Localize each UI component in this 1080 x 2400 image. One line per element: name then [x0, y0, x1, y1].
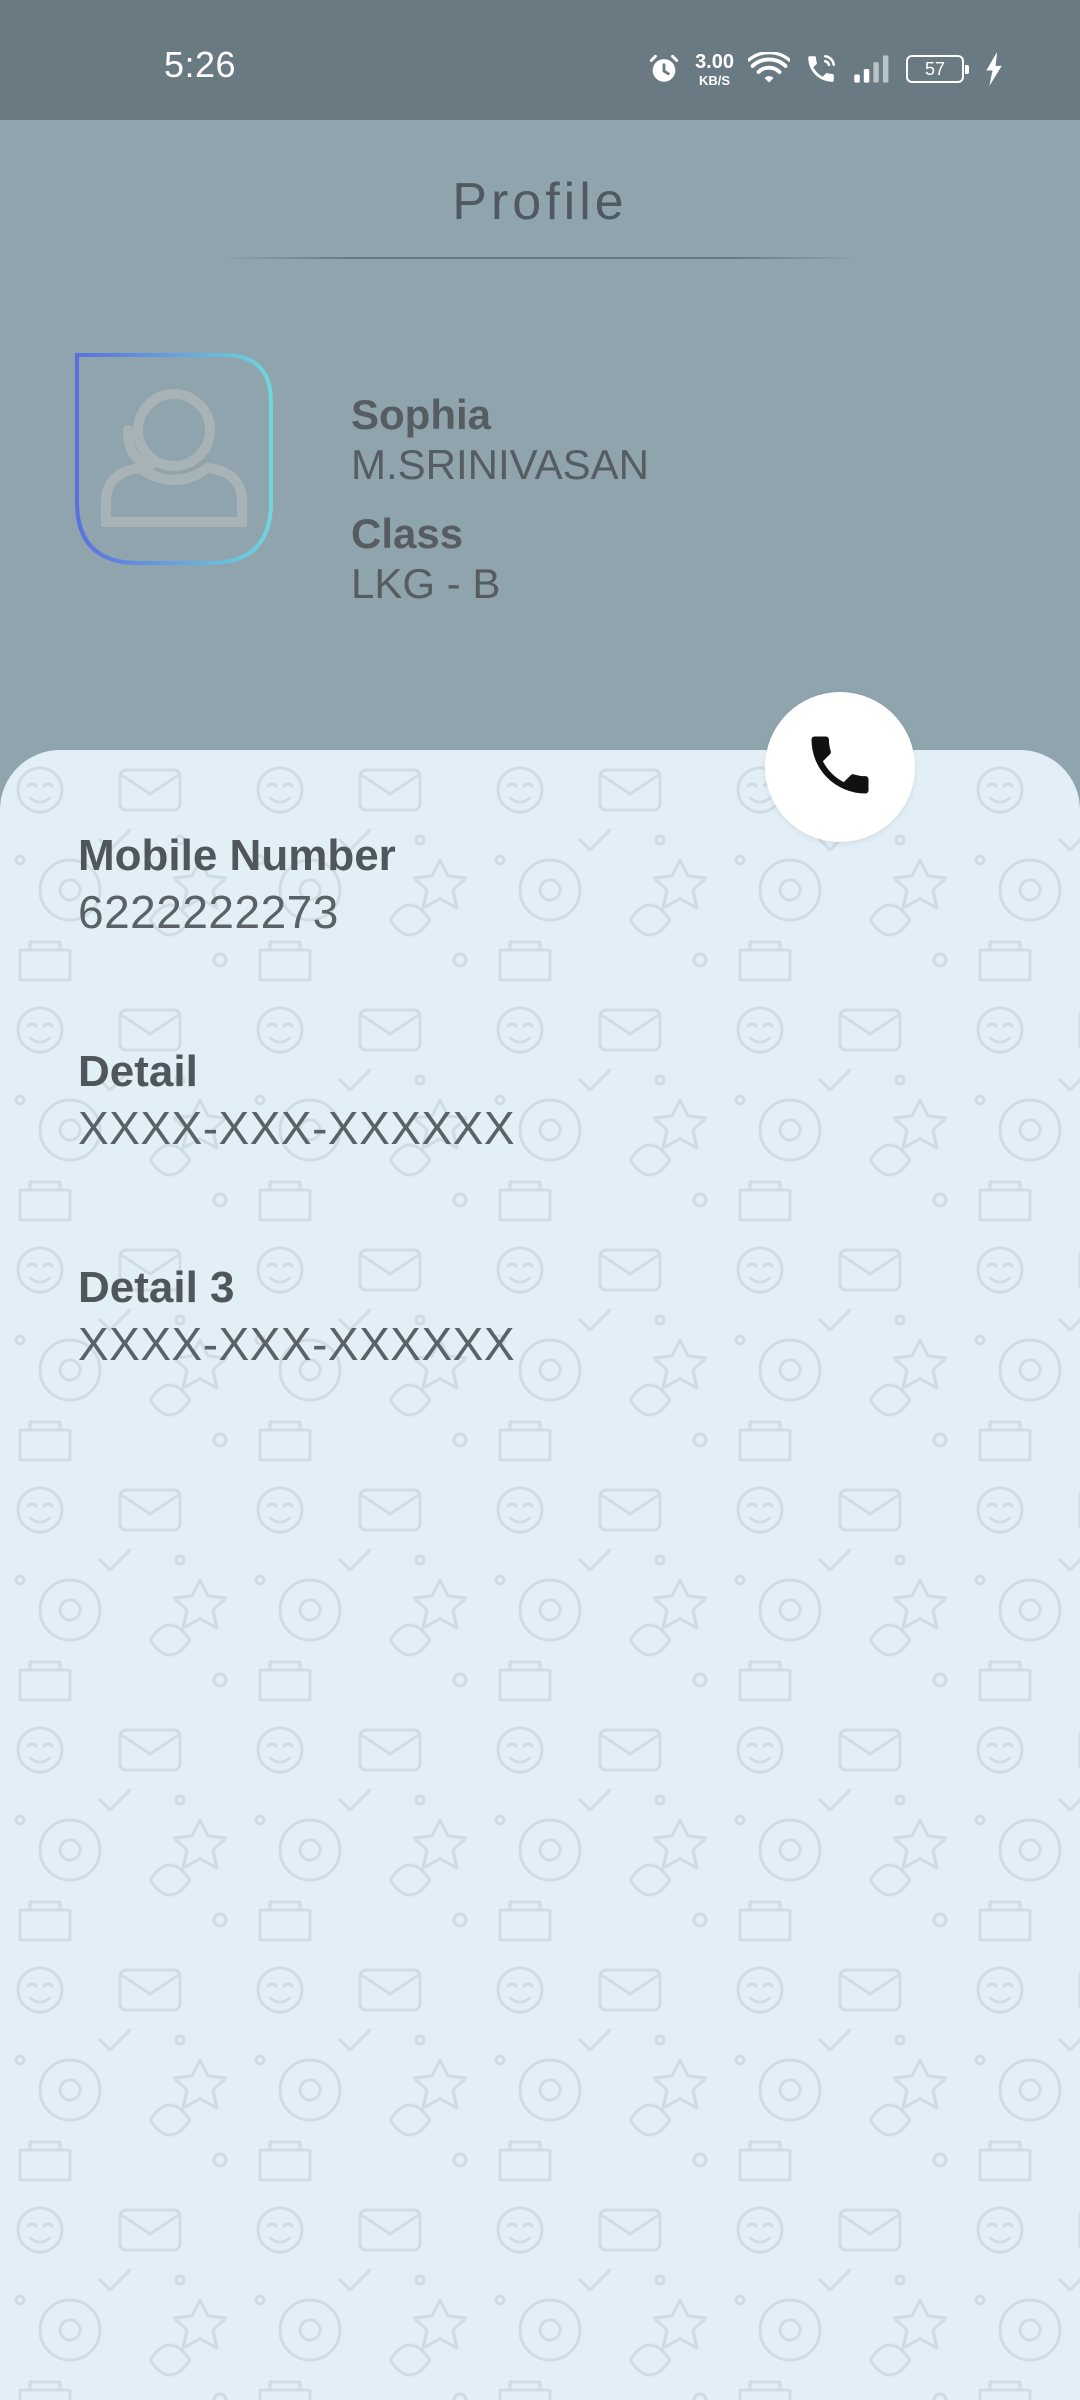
call-button[interactable] [765, 692, 915, 842]
doodle-pattern [0, 750, 1080, 2400]
net-speed-unit: KB/S [699, 72, 731, 88]
charging-icon [984, 52, 1004, 86]
alarm-icon [647, 52, 681, 86]
signal-icon [852, 54, 892, 84]
detail-item: Detail XXXX-XXX-XXXXXX [78, 1046, 515, 1159]
phone-icon [802, 727, 878, 808]
detail-value: 6222222273 [78, 885, 339, 938]
student-name: Sophia [351, 391, 492, 438]
detail-label: Mobile Number [78, 831, 396, 880]
profile-info: Sophia M.SRINIVASAN Class LKG - B [351, 390, 649, 610]
detail-item-3: Detail 3 XXXX-XXX-XXXXXX [78, 1262, 515, 1375]
wifi-icon [748, 52, 790, 86]
detail-label: Detail [78, 1047, 198, 1096]
class-label: Class [351, 509, 464, 557]
net-speed-value: 3.00 [695, 50, 734, 73]
detail-value: XXXX-XXX-XXXXXX [78, 1317, 515, 1370]
battery-icon: 57 [906, 55, 969, 83]
class-value: LKG - B [351, 560, 501, 608]
detail-mobile: Mobile Number 6222222273 [78, 830, 396, 943]
detail-label: Detail 3 [78, 1263, 235, 1312]
avatar [74, 352, 274, 566]
wifi-calling-icon [804, 52, 838, 86]
user-placeholder-icon [101, 389, 247, 527]
status-time: 5:26 [164, 44, 237, 85]
page-title: Profile [452, 173, 628, 231]
profile-header: Profile Sophia M.SRINIVASAN Class LKG - … [0, 120, 1080, 760]
title-divider [220, 257, 860, 259]
details-card: Mobile Number 6222222273 Detail XXXX-XXX… [0, 750, 1080, 2400]
status-bar: 5:26 3.00 KB/S 57 [0, 0, 1080, 120]
detail-value: XXXX-XXX-XXXXXX [78, 1101, 515, 1154]
net-speed: 3.00 KB/S [695, 52, 734, 87]
status-icons: 3.00 KB/S 57 [647, 46, 1004, 92]
parent-name: M.SRINIVASAN [351, 441, 649, 489]
